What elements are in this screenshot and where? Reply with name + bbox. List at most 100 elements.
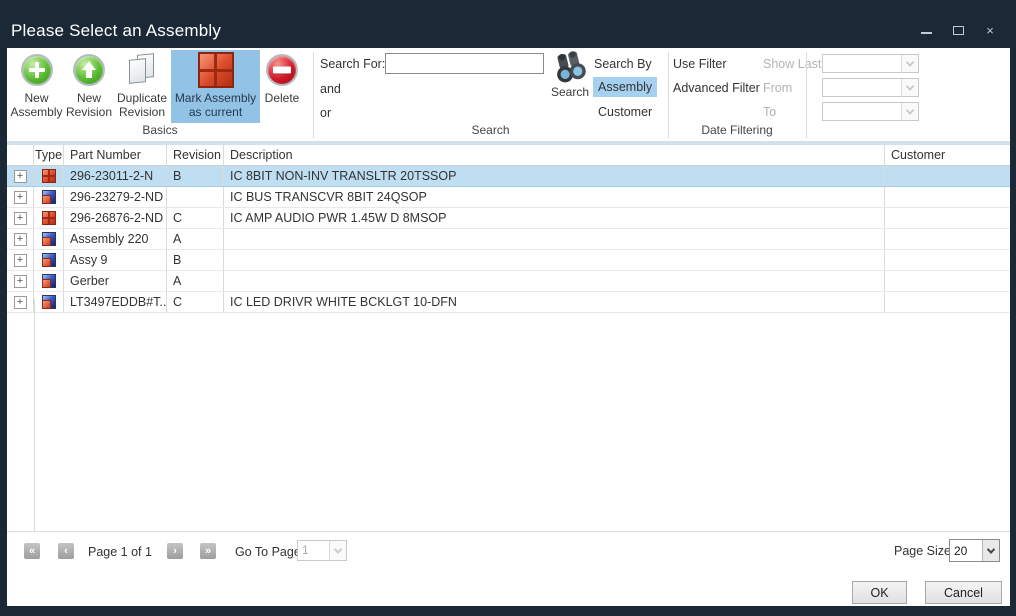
- customer-cell: [885, 166, 1010, 186]
- basics-group-label: Basics: [7, 123, 313, 137]
- table-row[interactable]: + 296-23279-2-ND IC BUS TRANSCVR 8BIT 24…: [7, 187, 1010, 208]
- revision-cell: B: [167, 166, 224, 186]
- customer-cell: [885, 250, 1010, 270]
- group-separator: [806, 52, 807, 138]
- duplicate-revision-button[interactable]: Duplicate Revision: [113, 50, 171, 123]
- last-page-button[interactable]: »: [200, 543, 216, 559]
- expand-icon[interactable]: +: [14, 191, 27, 204]
- show-last-dropdown[interactable]: [822, 54, 919, 73]
- description-cell: IC BUS TRANSCVR 8BIT 24QSOP: [224, 187, 885, 207]
- part-number-column-header[interactable]: Part Number: [64, 145, 167, 165]
- first-page-button[interactable]: «: [24, 543, 40, 559]
- to-label: To: [763, 105, 776, 119]
- ok-button[interactable]: OK: [852, 581, 907, 604]
- search-button[interactable]: Search: [547, 51, 593, 107]
- expand-icon[interactable]: +: [14, 296, 27, 309]
- goto-page-label: Go To Page: [235, 545, 301, 559]
- advanced-filter-label[interactable]: Advanced Filter: [673, 81, 760, 95]
- description-column-header[interactable]: Description: [224, 145, 885, 165]
- table-row[interactable]: + LT3497EDDB#T... C IC LED DRIVR WHITE B…: [7, 292, 1010, 313]
- description-cell: [224, 250, 885, 270]
- maximize-button[interactable]: [950, 22, 966, 38]
- revision-cell: A: [167, 229, 224, 249]
- new-assembly-button[interactable]: New Assembly: [9, 50, 64, 123]
- revision-cell: C: [167, 208, 224, 228]
- assembly-icon: [42, 190, 56, 204]
- customer-cell: [885, 187, 1010, 207]
- chevron-down-icon[interactable]: [329, 541, 346, 560]
- part-number-cell: 296-26876-2-ND: [64, 208, 167, 228]
- chevron-down-icon[interactable]: [901, 103, 918, 120]
- delete-label: Delete: [265, 91, 300, 105]
- delete-button[interactable]: Delete: [260, 50, 304, 123]
- expand-icon[interactable]: +: [14, 233, 27, 246]
- or-label: or: [320, 106, 331, 120]
- search-for-label: Search For:: [320, 57, 385, 71]
- part-number-cell: Assembly 220: [64, 229, 167, 249]
- search-by-label: Search By: [594, 57, 652, 71]
- row-header-column-line: [34, 299, 35, 531]
- to-dropdown[interactable]: [822, 102, 919, 121]
- cancel-button[interactable]: Cancel: [925, 581, 1002, 604]
- part-number-cell: Assy 9: [64, 250, 167, 270]
- close-icon: ×: [986, 23, 994, 38]
- table-row[interactable]: + Gerber A: [7, 271, 1010, 292]
- revision-cell: [167, 187, 224, 207]
- mark-assembly-current-label: Mark Assembly as current: [171, 91, 260, 119]
- duplicate-pages-icon: [127, 53, 157, 87]
- use-filter-label[interactable]: Use Filter: [673, 57, 726, 71]
- window-controls: ×: [918, 22, 998, 38]
- chevron-down-icon[interactable]: [901, 79, 918, 96]
- date-filtering-group-label: Date Filtering: [668, 123, 806, 137]
- from-label: From: [763, 81, 792, 95]
- part-number-cell: LT3497EDDB#T...: [64, 292, 167, 312]
- new-revision-button[interactable]: New Revision: [64, 50, 114, 123]
- type-column-header[interactable]: Type: [34, 145, 64, 165]
- assembly-icon: [42, 232, 56, 246]
- search-input[interactable]: [385, 53, 544, 74]
- close-button[interactable]: ×: [982, 22, 998, 38]
- assembly-current-icon: [42, 169, 56, 183]
- show-last-value: [823, 55, 901, 72]
- expand-column-header: [7, 145, 34, 165]
- from-value: [823, 79, 901, 96]
- revision-cell: B: [167, 250, 224, 270]
- show-last-label: Show Last: [763, 57, 821, 71]
- part-number-cell: Gerber: [64, 271, 167, 291]
- description-cell: IC 8BIT NON-INV TRANSLTR 20TSSOP: [224, 166, 885, 186]
- to-value: [823, 103, 901, 120]
- expand-icon[interactable]: +: [14, 254, 27, 267]
- search-by-option-customer[interactable]: Customer: [593, 102, 657, 122]
- mark-assembly-current-button[interactable]: Mark Assembly as current: [171, 50, 260, 123]
- next-page-button[interactable]: ›: [167, 543, 183, 559]
- search-by-option-assembly[interactable]: Assembly: [593, 77, 657, 97]
- table-row[interactable]: + 296-23011-2-N B IC 8BIT NON-INV TRANSL…: [7, 166, 1010, 187]
- previous-page-button[interactable]: ‹: [58, 543, 74, 559]
- page-size-dropdown[interactable]: 20: [949, 539, 1000, 562]
- assembly-current-icon: [198, 52, 234, 88]
- expand-icon[interactable]: +: [14, 275, 27, 288]
- up-arrow-icon: [73, 54, 105, 86]
- search-group-label: Search: [313, 123, 668, 137]
- minimize-button[interactable]: [918, 22, 934, 38]
- table-row[interactable]: + Assy 9 B: [7, 250, 1010, 271]
- assembly-table: Type Part Number Revision Description Cu…: [7, 145, 1010, 313]
- delete-icon: [266, 54, 298, 86]
- expand-icon[interactable]: +: [14, 170, 27, 183]
- chevron-down-icon[interactable]: [982, 540, 999, 561]
- description-cell: [224, 229, 885, 249]
- customer-column-header[interactable]: Customer: [885, 145, 1010, 165]
- new-assembly-label: New Assembly: [9, 91, 64, 119]
- description-cell: [224, 271, 885, 291]
- goto-page-dropdown[interactable]: 1: [297, 540, 347, 561]
- revision-column-header[interactable]: Revision: [167, 145, 224, 165]
- expand-icon[interactable]: +: [14, 212, 27, 225]
- page-size-value: 20: [950, 540, 982, 561]
- page-indicator: Page 1 of 1: [88, 545, 152, 559]
- from-dropdown[interactable]: [822, 78, 919, 97]
- description-cell: IC AMP AUDIO PWR 1.45W D 8MSOP: [224, 208, 885, 228]
- revision-cell: C: [167, 292, 224, 312]
- table-row[interactable]: + Assembly 220 A: [7, 229, 1010, 250]
- chevron-down-icon[interactable]: [901, 55, 918, 72]
- table-row[interactable]: + 296-26876-2-ND C IC AMP AUDIO PWR 1.45…: [7, 208, 1010, 229]
